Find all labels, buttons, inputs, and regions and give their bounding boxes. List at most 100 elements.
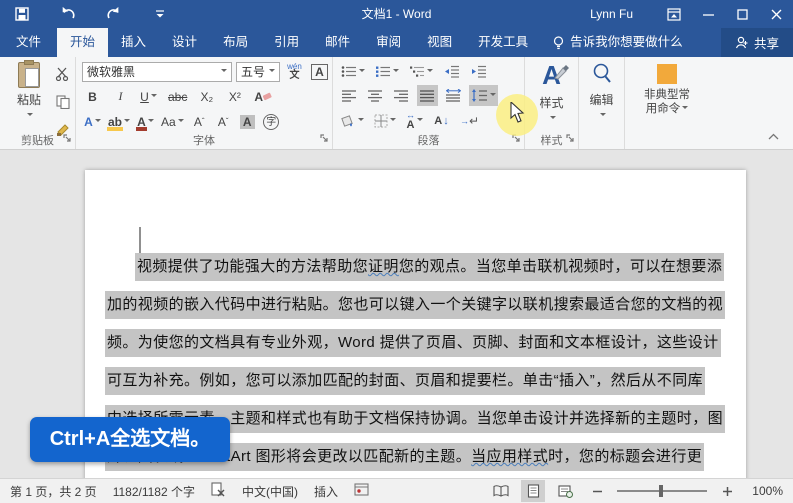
web-layout-button[interactable] xyxy=(553,480,577,502)
bullets-button[interactable] xyxy=(339,61,367,82)
line-spacing-button[interactable] xyxy=(469,85,498,106)
chevron-down-icon xyxy=(417,117,423,124)
font-color-button[interactable]: A xyxy=(135,111,156,132)
read-mode-button[interactable] xyxy=(489,480,513,502)
chevron-down-icon xyxy=(393,68,399,75)
sort-button[interactable]: A ↓ xyxy=(431,110,452,131)
multilevel-list-button[interactable] xyxy=(407,61,435,82)
editing-group: 编辑 xyxy=(579,57,625,149)
grow-font-button[interactable]: Aˆ xyxy=(189,111,210,132)
ribbon: 粘贴 剪贴板 微软雅黑 五号 wén 文 A B I U abc X₂ X² A… xyxy=(0,57,793,150)
tab-file[interactable]: 文件 xyxy=(0,28,57,57)
minimize-button[interactable] xyxy=(691,0,725,28)
tab-design[interactable]: 设计 xyxy=(159,28,210,57)
phonetic-guide-button[interactable]: wén 文 xyxy=(284,61,305,82)
tab-insert[interactable]: 插入 xyxy=(108,28,159,57)
paste-button[interactable]: 粘贴 xyxy=(8,60,50,122)
macro-record-button[interactable] xyxy=(354,483,369,499)
clipboard-small-buttons xyxy=(52,63,73,140)
proofing-status[interactable] xyxy=(211,482,226,500)
shrink-arrow: ˇ xyxy=(225,117,229,126)
selected-text: 视频提供了功能强大的方法帮助您证明您的观点。当您单击联机视频时，可以在想要添 xyxy=(135,253,725,281)
text-effects-button[interactable]: A xyxy=(82,111,103,132)
page-indicator[interactable]: 第 1 页，共 2 页 xyxy=(10,483,97,500)
lightbulb-icon xyxy=(554,35,564,49)
tab-layout[interactable]: 布局 xyxy=(210,28,261,57)
bullets-icon xyxy=(341,66,356,77)
tab-review[interactable]: 审阅 xyxy=(363,28,414,57)
zoom-slider-thumb[interactable] xyxy=(659,485,663,497)
close-button[interactable] xyxy=(759,0,793,28)
zoom-level[interactable]: 100% xyxy=(747,484,783,498)
styles-dialog-launcher[interactable] xyxy=(566,132,575,146)
show-marks-button[interactable]: → ↵ xyxy=(458,110,481,131)
increase-indent-button[interactable] xyxy=(468,61,489,82)
character-shading-button[interactable]: A xyxy=(237,111,258,132)
text-highlight-button[interactable]: ab xyxy=(106,111,132,132)
underline-button[interactable]: U xyxy=(138,86,159,107)
strikethrough-button[interactable]: abc xyxy=(166,86,189,107)
marks-return: ↵ xyxy=(469,113,480,128)
align-center-button[interactable] xyxy=(365,85,386,106)
chevron-down-icon xyxy=(94,118,101,125)
font-dialog-launcher[interactable] xyxy=(320,132,329,146)
change-case-label: Aa xyxy=(161,114,176,129)
tab-home[interactable]: 开始 xyxy=(57,28,109,57)
justify-button[interactable] xyxy=(417,85,438,106)
numbering-button[interactable] xyxy=(373,61,401,82)
superscript-button[interactable]: X² xyxy=(224,86,245,107)
zoom-slider[interactable] xyxy=(617,485,707,497)
cut-button[interactable] xyxy=(52,63,73,84)
bold-button[interactable]: B xyxy=(82,86,103,107)
zoom-out-button[interactable] xyxy=(585,480,609,502)
dialog-launcher-icon xyxy=(320,134,328,142)
chevron-down-icon xyxy=(427,68,433,75)
clear-formatting-letter: A xyxy=(254,89,264,104)
align-right-button[interactable] xyxy=(391,85,412,106)
maximize-button[interactable] xyxy=(725,0,759,28)
character-scaling-button[interactable]: ↔ A xyxy=(404,110,425,131)
tab-mailings[interactable]: 邮件 xyxy=(312,28,363,57)
font-size-combobox[interactable]: 五号 xyxy=(236,61,280,82)
shading-button[interactable] xyxy=(339,110,366,131)
print-layout-button[interactable] xyxy=(521,480,545,502)
enclose-characters-button[interactable]: 字 xyxy=(261,111,282,132)
paragraph-group: ↔ A A ↓ → ↵ 段落 xyxy=(333,57,525,149)
sort-arrow: ↓ xyxy=(443,114,449,127)
distributed-button[interactable] xyxy=(443,85,464,106)
decrease-indent-button[interactable] xyxy=(441,61,462,82)
shrink-font-button[interactable]: Aˇ xyxy=(213,111,234,132)
character-shading-icon: A xyxy=(239,114,255,129)
text-effects-icon: A xyxy=(84,114,93,129)
tell-me-box[interactable]: 告诉我你想要做什么 xyxy=(541,28,695,57)
tab-view[interactable]: 视图 xyxy=(414,28,465,57)
search-icon xyxy=(593,63,611,83)
change-case-button[interactable]: Aa xyxy=(159,111,186,132)
clear-formatting-button[interactable]: A xyxy=(252,86,274,107)
italic-button[interactable]: I xyxy=(110,86,131,107)
insert-mode-indicator[interactable]: 插入 xyxy=(314,483,338,500)
align-left-button[interactable] xyxy=(339,85,360,106)
language-indicator[interactable]: 中文(中国) xyxy=(242,483,298,500)
chevron-down-icon xyxy=(147,118,154,125)
font-name-combobox[interactable]: 微软雅黑 xyxy=(82,61,232,82)
share-button[interactable]: 共享 xyxy=(720,28,793,57)
clipboard-dialog-launcher[interactable] xyxy=(63,132,72,146)
paste-clipboard-icon xyxy=(18,60,40,88)
subscript-button[interactable]: X₂ xyxy=(196,86,217,107)
chevron-down-icon xyxy=(359,68,365,75)
copy-button[interactable] xyxy=(52,91,73,112)
tab-developer[interactable]: 开发工具 xyxy=(465,28,541,57)
document-area[interactable]: 视频提供了功能强大的方法帮助您证明您的观点。当您单击联机视频时，可以在想要添 加… xyxy=(0,150,793,478)
editing-button[interactable]: 编辑 xyxy=(579,62,624,122)
ribbon-display-options-button[interactable] xyxy=(657,0,691,28)
zoom-in-button[interactable] xyxy=(715,480,739,502)
collapse-ribbon-button[interactable] xyxy=(768,129,779,143)
selected-text: 频。为使您的文档具有专业外观，Word 提供了页眉、页脚、封面和文本框设计，这些… xyxy=(105,329,721,357)
tab-references[interactable]: 引用 xyxy=(261,28,312,57)
character-border-button[interactable]: A xyxy=(309,61,330,82)
custom-commands-button[interactable]: 非典型常 用命令 xyxy=(625,62,709,116)
font-name-value: 微软雅黑 xyxy=(87,65,136,79)
word-count[interactable]: 1182/1182 个字 xyxy=(113,483,195,500)
borders-button[interactable] xyxy=(372,110,398,131)
